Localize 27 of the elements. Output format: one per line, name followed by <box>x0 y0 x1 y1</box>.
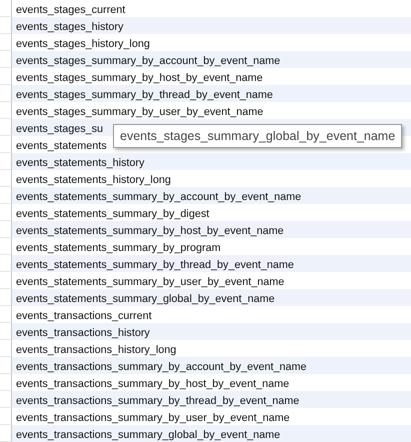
table-cell-text: events_transactions_summary_global_by_event_name <box>16 428 280 442</box>
table-cell-text: events_stages_current <box>16 3 126 18</box>
table-cell-text: events_stages_summary_by_host_by_event_name <box>16 71 263 86</box>
table-cell-text: events_transactions_history_long <box>16 343 176 358</box>
table-cell-text: events_stages_summary_by_thread_by_event_name <box>16 88 273 103</box>
table-cell-text: events_stages_summary_by_account_by_event_name <box>16 54 280 69</box>
tooltip: events_stages_summary_global_by_event_name <box>113 124 402 148</box>
table-cell-text: events_statements_summary_by_account_by_event_name <box>16 190 302 205</box>
table-cell-text: events_statements_summary_by_user_by_event_name <box>16 275 284 290</box>
table-cell-text: events_transactions_summary_by_host_by_event_name <box>16 377 290 392</box>
table-cell-text: events_statements_summary_by_host_by_event_name <box>16 224 284 239</box>
table-cell-text: events_stages_su <box>16 122 104 137</box>
table-cell-text: events_statements_history_long <box>16 173 171 188</box>
table-cell-text: events_transactions_current <box>16 309 152 324</box>
table-cell-text: events_transactions_history <box>16 326 150 341</box>
table-cell-text: events_statements_summary_by_digest <box>16 207 210 222</box>
table-cell-text: events_transactions_summary_by_account_by_event_name <box>16 360 306 375</box>
table-cell-text: events_transactions_summary_by_user_by_event_name <box>16 411 290 426</box>
table-cell-text: events_statements_history <box>16 156 144 171</box>
table-cell-text: events_stages_history_long <box>16 37 150 52</box>
table-cell-text: events_statements_summary_by_thread_by_event_name <box>16 258 294 273</box>
table-cell-text: events_stages_history <box>16 20 124 35</box>
table-cell-text: events_stages_summary_by_user_by_event_name <box>16 105 264 120</box>
table-cell-text: events_statements_summary_global_by_event_name <box>16 292 275 307</box>
table-cell-text: events_statements <box>16 139 107 154</box>
table-cell-text: events_statements_summary_by_program <box>16 241 221 256</box>
table-cell-text: events_transactions_summary_by_thread_by_event_name <box>16 394 300 409</box>
